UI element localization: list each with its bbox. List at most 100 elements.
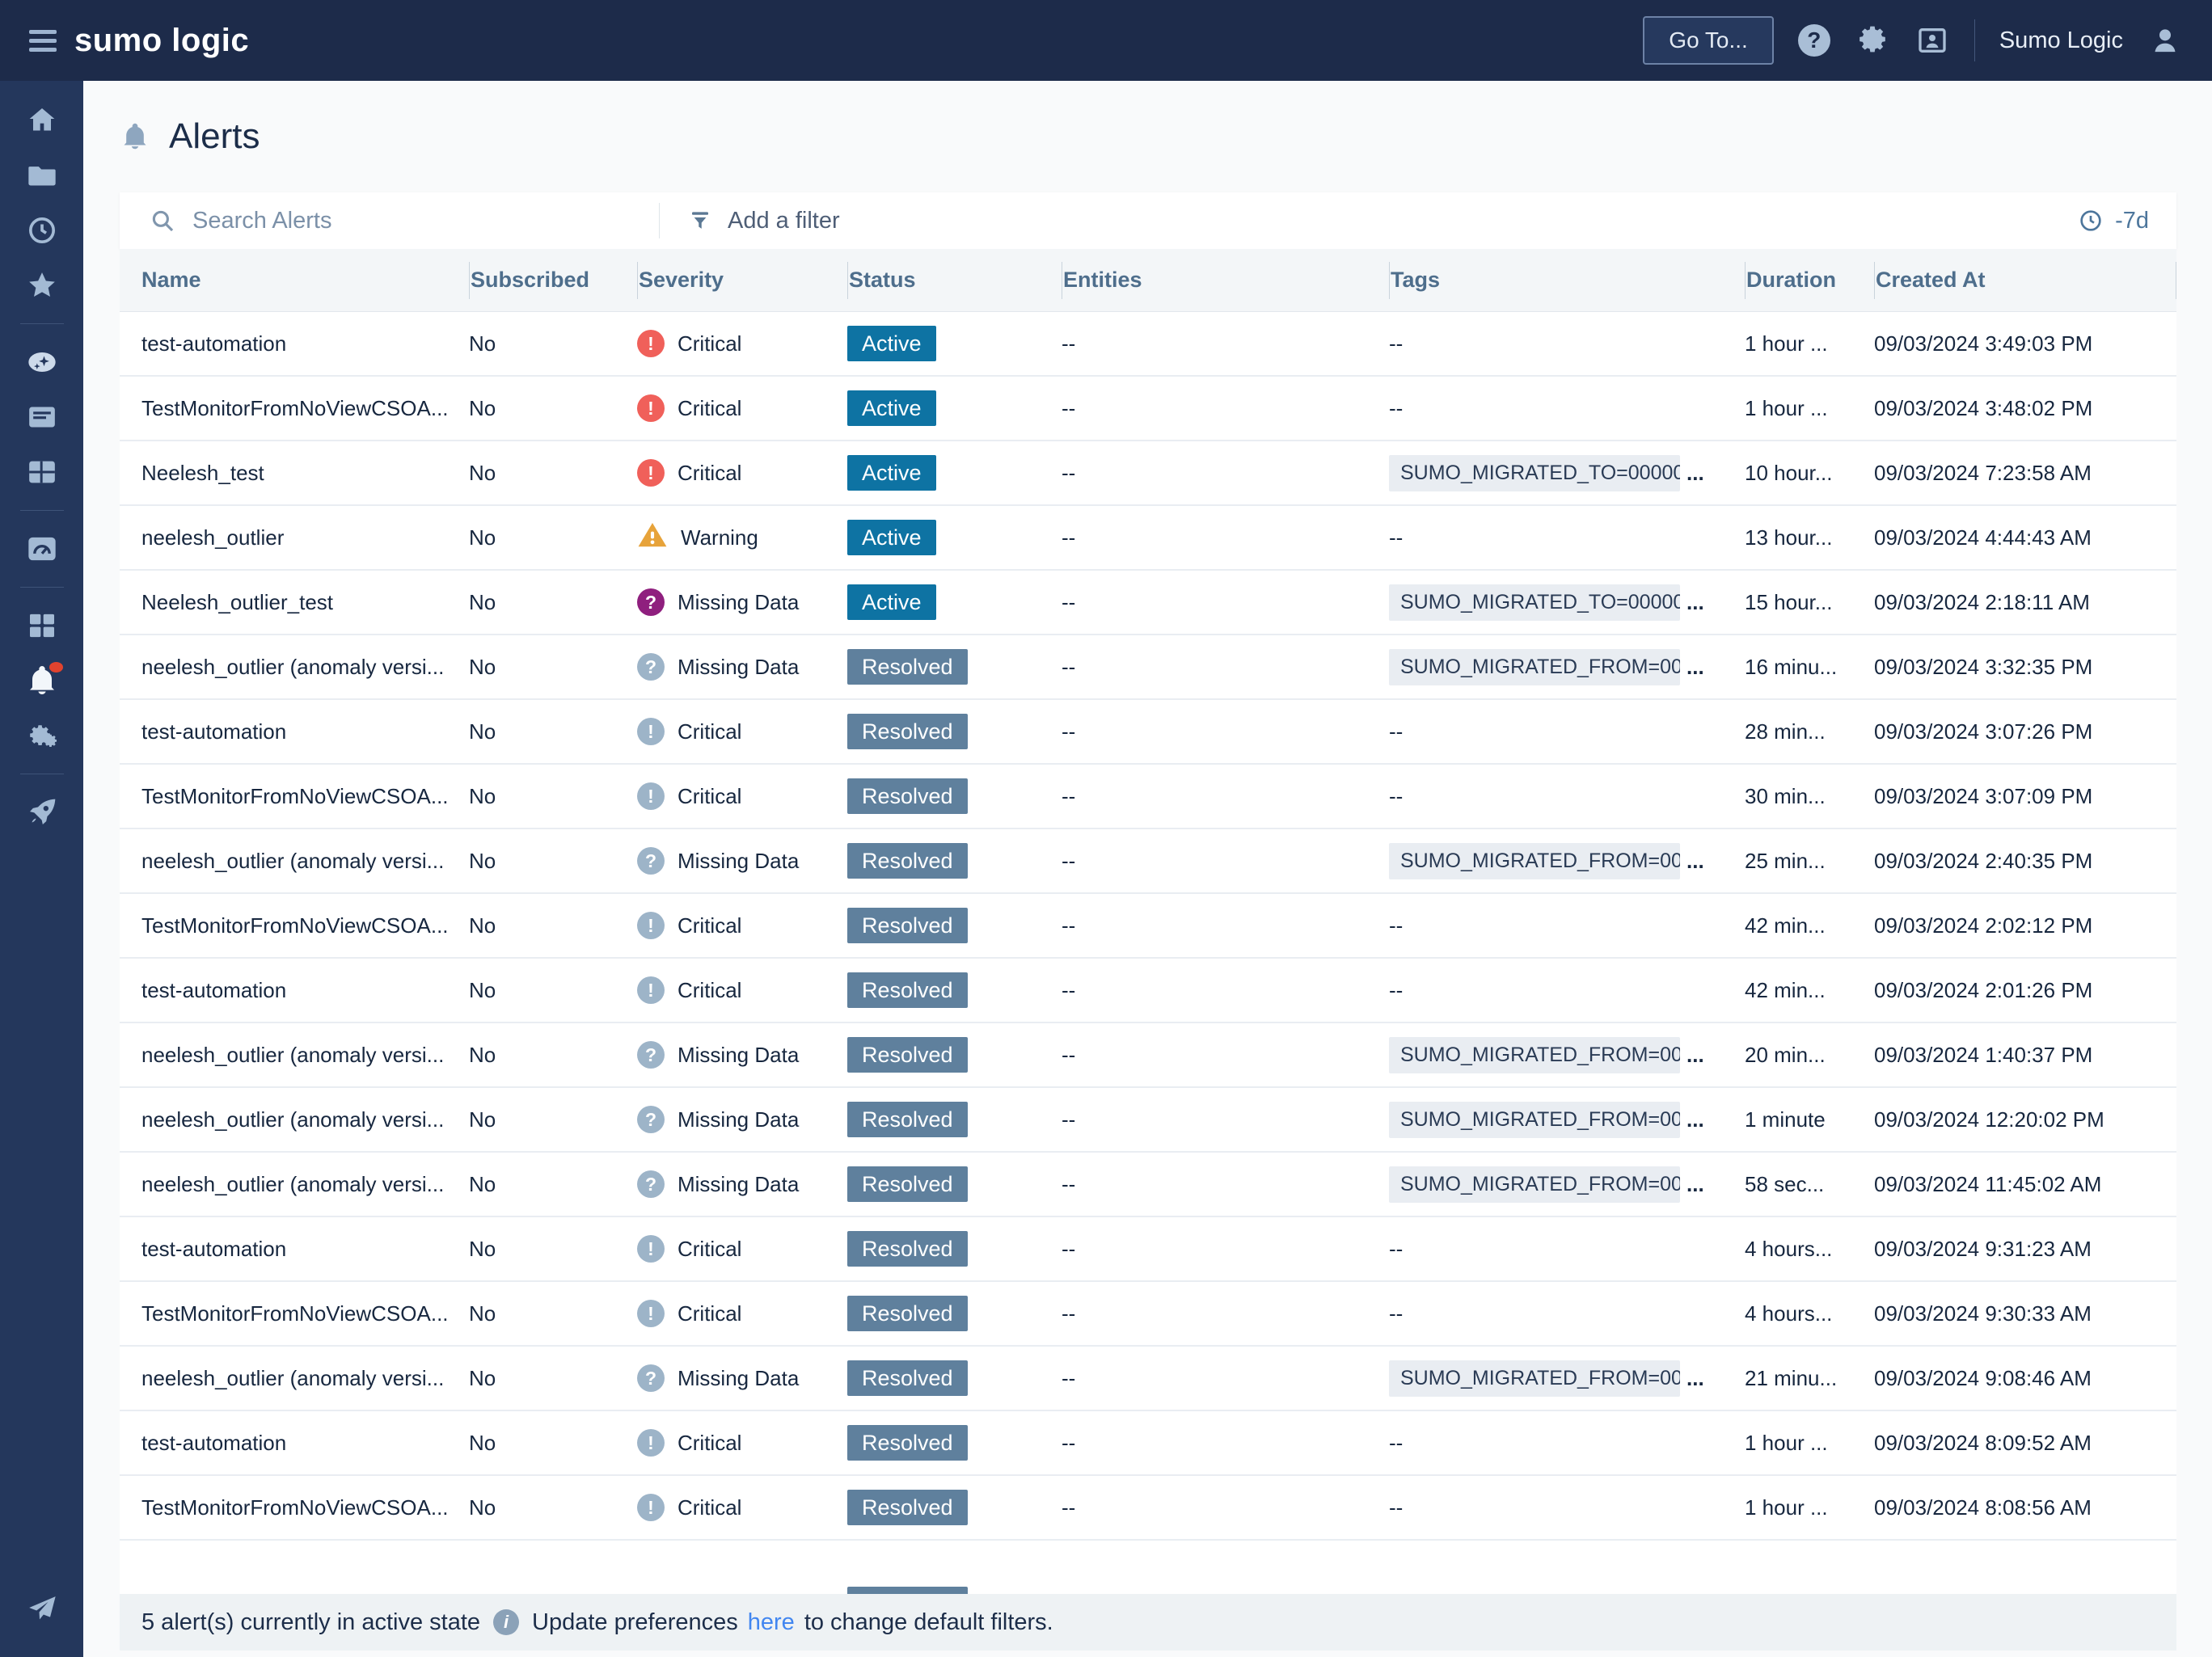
column-header-name[interactable]: Name	[120, 268, 469, 293]
table-row[interactable]: neelesh_outlier (anomaly versi...No?Miss…	[120, 1088, 2176, 1153]
tag-chip[interactable]: SUMO_MIGRATED_FROM=00000	[1389, 1037, 1680, 1073]
table-row[interactable]: TestMonitorFromNoViewCSOA...No!CriticalR…	[120, 1282, 2176, 1347]
table-row[interactable]: neelesh_outlier (anomaly versi...No?Miss…	[120, 1153, 2176, 1217]
alert-duration: 4 hours...	[1745, 1237, 1874, 1262]
folder-icon[interactable]	[23, 157, 61, 194]
tag-chip[interactable]: SUMO_MIGRATED_TO=0000000	[1389, 455, 1680, 491]
alert-subscribed: No	[469, 590, 637, 615]
missing-data-icon: ?	[637, 847, 665, 875]
alert-entities: --	[1062, 849, 1389, 874]
table-row[interactable]: neelesh_outlier (anomaly versi...No?Miss…	[120, 635, 2176, 700]
alert-severity: Warning	[637, 520, 847, 556]
table-row[interactable]: Neelesh_testNo!CriticalActive--SUMO_MIGR…	[120, 441, 2176, 506]
contact-card-icon[interactable]	[1914, 23, 1950, 58]
header-actions: Go To... ? Sumo Logic	[1643, 16, 2212, 65]
sidebar-item-alerts[interactable]	[23, 662, 61, 699]
dashboards-icon[interactable]	[23, 453, 61, 491]
rocket-icon[interactable]	[23, 794, 61, 831]
apps-grid-icon[interactable]	[23, 607, 61, 644]
severity-label: Missing Data	[678, 590, 799, 615]
metrics-gauge-icon[interactable]	[23, 530, 61, 567]
tag-chip[interactable]: SUMO_MIGRATED_FROM=00000	[1389, 649, 1680, 685]
administration-gears-icon[interactable]	[23, 717, 61, 754]
table-row[interactable]: test-automationNo!CriticalResolved----28…	[120, 700, 2176, 765]
table-row[interactable]: TestMonitorFromNoViewCSOA...No!CriticalR…	[120, 1476, 2176, 1541]
table-row[interactable]: test-automationNo!CriticalResolved----4 …	[120, 1217, 2176, 1282]
column-header-subscribed[interactable]: Subscribed	[469, 268, 637, 293]
column-header-severity[interactable]: Severity	[637, 268, 847, 293]
search-input[interactable]	[192, 208, 659, 234]
table-row[interactable]: neelesh_outlierNoWarningActive----13 hou…	[120, 506, 2176, 571]
recent-history-icon[interactable]	[23, 212, 61, 249]
alert-subscribed: No	[469, 396, 637, 421]
alert-tags: SUMO_MIGRATED_FROM=00000...	[1389, 843, 1745, 879]
alert-status: Active	[847, 584, 1062, 620]
table-row[interactable]: test-automationNo!CriticalResolved----42…	[120, 959, 2176, 1023]
user-avatar-icon[interactable]	[2147, 23, 2183, 58]
alert-severity: ?Missing Data	[637, 1170, 847, 1198]
alert-severity: !Critical	[637, 1235, 847, 1263]
tag-chip[interactable]: SUMO_MIGRATED_FROM=00000	[1389, 843, 1680, 879]
tag-chip[interactable]: SUMO_MIGRATED_FROM=00000	[1389, 1102, 1680, 1138]
tag-chip[interactable]: SUMO_MIGRATED_FROM=00000	[1389, 1166, 1680, 1203]
column-header-status[interactable]: Status	[847, 268, 1062, 293]
alert-created-at: 09/03/2024 3:49:03 PM	[1874, 331, 2176, 356]
page-title: Alerts	[120, 116, 260, 157]
table-row[interactable]: TestMonitorFromNoViewCSOA...No!CriticalR…	[120, 765, 2176, 829]
missing-data-icon: ?	[637, 653, 665, 681]
table-row[interactable]: Resolved	[120, 1541, 2176, 1594]
table-row[interactable]: neelesh_outlier (anomaly versi...No?Miss…	[120, 1023, 2176, 1088]
table-row[interactable]: neelesh_outlier (anomaly versi...No?Miss…	[120, 1347, 2176, 1411]
sidebar-divider	[20, 323, 64, 324]
status-badge: Resolved	[847, 908, 968, 943]
table-row[interactable]: test-automationNo!CriticalResolved----1 …	[120, 1411, 2176, 1476]
severity-label: Critical	[678, 396, 741, 421]
time-range-control[interactable]: -7d	[2078, 208, 2176, 234]
alert-name: test-automation	[120, 1237, 469, 1262]
add-filter-button[interactable]: Add a filter	[660, 208, 840, 234]
log-search-icon[interactable]	[23, 398, 61, 436]
table-row[interactable]: Neelesh_outlier_testNo?Missing DataActiv…	[120, 571, 2176, 635]
alert-entities: --	[1062, 1107, 1389, 1132]
status-badge: Active	[847, 326, 936, 361]
tag-overflow: ...	[1686, 1172, 1704, 1197]
main-content: Alerts Add a filter -7d Name Subscribed …	[83, 81, 2212, 1657]
critical-icon: !	[637, 1429, 665, 1457]
status-badge: Active	[847, 520, 936, 555]
help-icon[interactable]: ?	[1798, 24, 1830, 57]
column-header-tags[interactable]: Tags	[1389, 268, 1745, 293]
column-header-created-at[interactable]: Created At	[1874, 268, 2176, 293]
tag-overflow: ...	[1686, 1366, 1704, 1391]
preferences-link[interactable]: here	[748, 1609, 795, 1636]
hamburger-menu-icon[interactable]	[29, 30, 57, 52]
alert-name: test-automation	[120, 978, 469, 1003]
feedback-paper-plane-icon[interactable]	[23, 1591, 61, 1628]
alert-entities: --	[1062, 1431, 1389, 1456]
alert-subscribed: No	[469, 655, 637, 680]
alert-subscribed: No	[469, 784, 637, 809]
table-row[interactable]: neelesh_outlier (anomaly versi...No?Miss…	[120, 829, 2176, 894]
go-to-button[interactable]: Go To...	[1643, 16, 1774, 65]
alert-duration: 1 hour ...	[1745, 396, 1874, 421]
alert-duration: 21 minu...	[1745, 1366, 1874, 1391]
tag-chip[interactable]: SUMO_MIGRATED_TO=0000000	[1389, 584, 1680, 621]
alert-duration: 20 min...	[1745, 1043, 1874, 1068]
tag-chip[interactable]: SUMO_MIGRATED_FROM=00000	[1389, 1360, 1680, 1397]
severity-label: Critical	[678, 913, 741, 938]
status-badge: Resolved	[847, 1425, 968, 1461]
alert-status: Resolved	[847, 1102, 1062, 1137]
account-name[interactable]: Sumo Logic	[1999, 27, 2123, 54]
preferences-text-before: Update preferences	[532, 1609, 738, 1636]
favorites-star-icon[interactable]	[23, 267, 61, 304]
column-header-duration[interactable]: Duration	[1745, 268, 1874, 293]
alert-status: Active	[847, 455, 1062, 491]
table-row[interactable]: TestMonitorFromNoViewCSOA...No!CriticalR…	[120, 894, 2176, 959]
home-icon[interactable]	[23, 102, 61, 139]
copilot-sparkle-icon[interactable]	[23, 344, 61, 381]
gear-icon[interactable]	[1855, 23, 1890, 58]
alert-status: Resolved	[847, 1037, 1062, 1073]
table-row[interactable]: test-automationNo!CriticalActive----1 ho…	[120, 312, 2176, 377]
column-header-entities[interactable]: Entities	[1062, 268, 1389, 293]
table-row[interactable]: TestMonitorFromNoViewCSOA...No!CriticalA…	[120, 377, 2176, 441]
severity-label: Missing Data	[678, 849, 799, 874]
